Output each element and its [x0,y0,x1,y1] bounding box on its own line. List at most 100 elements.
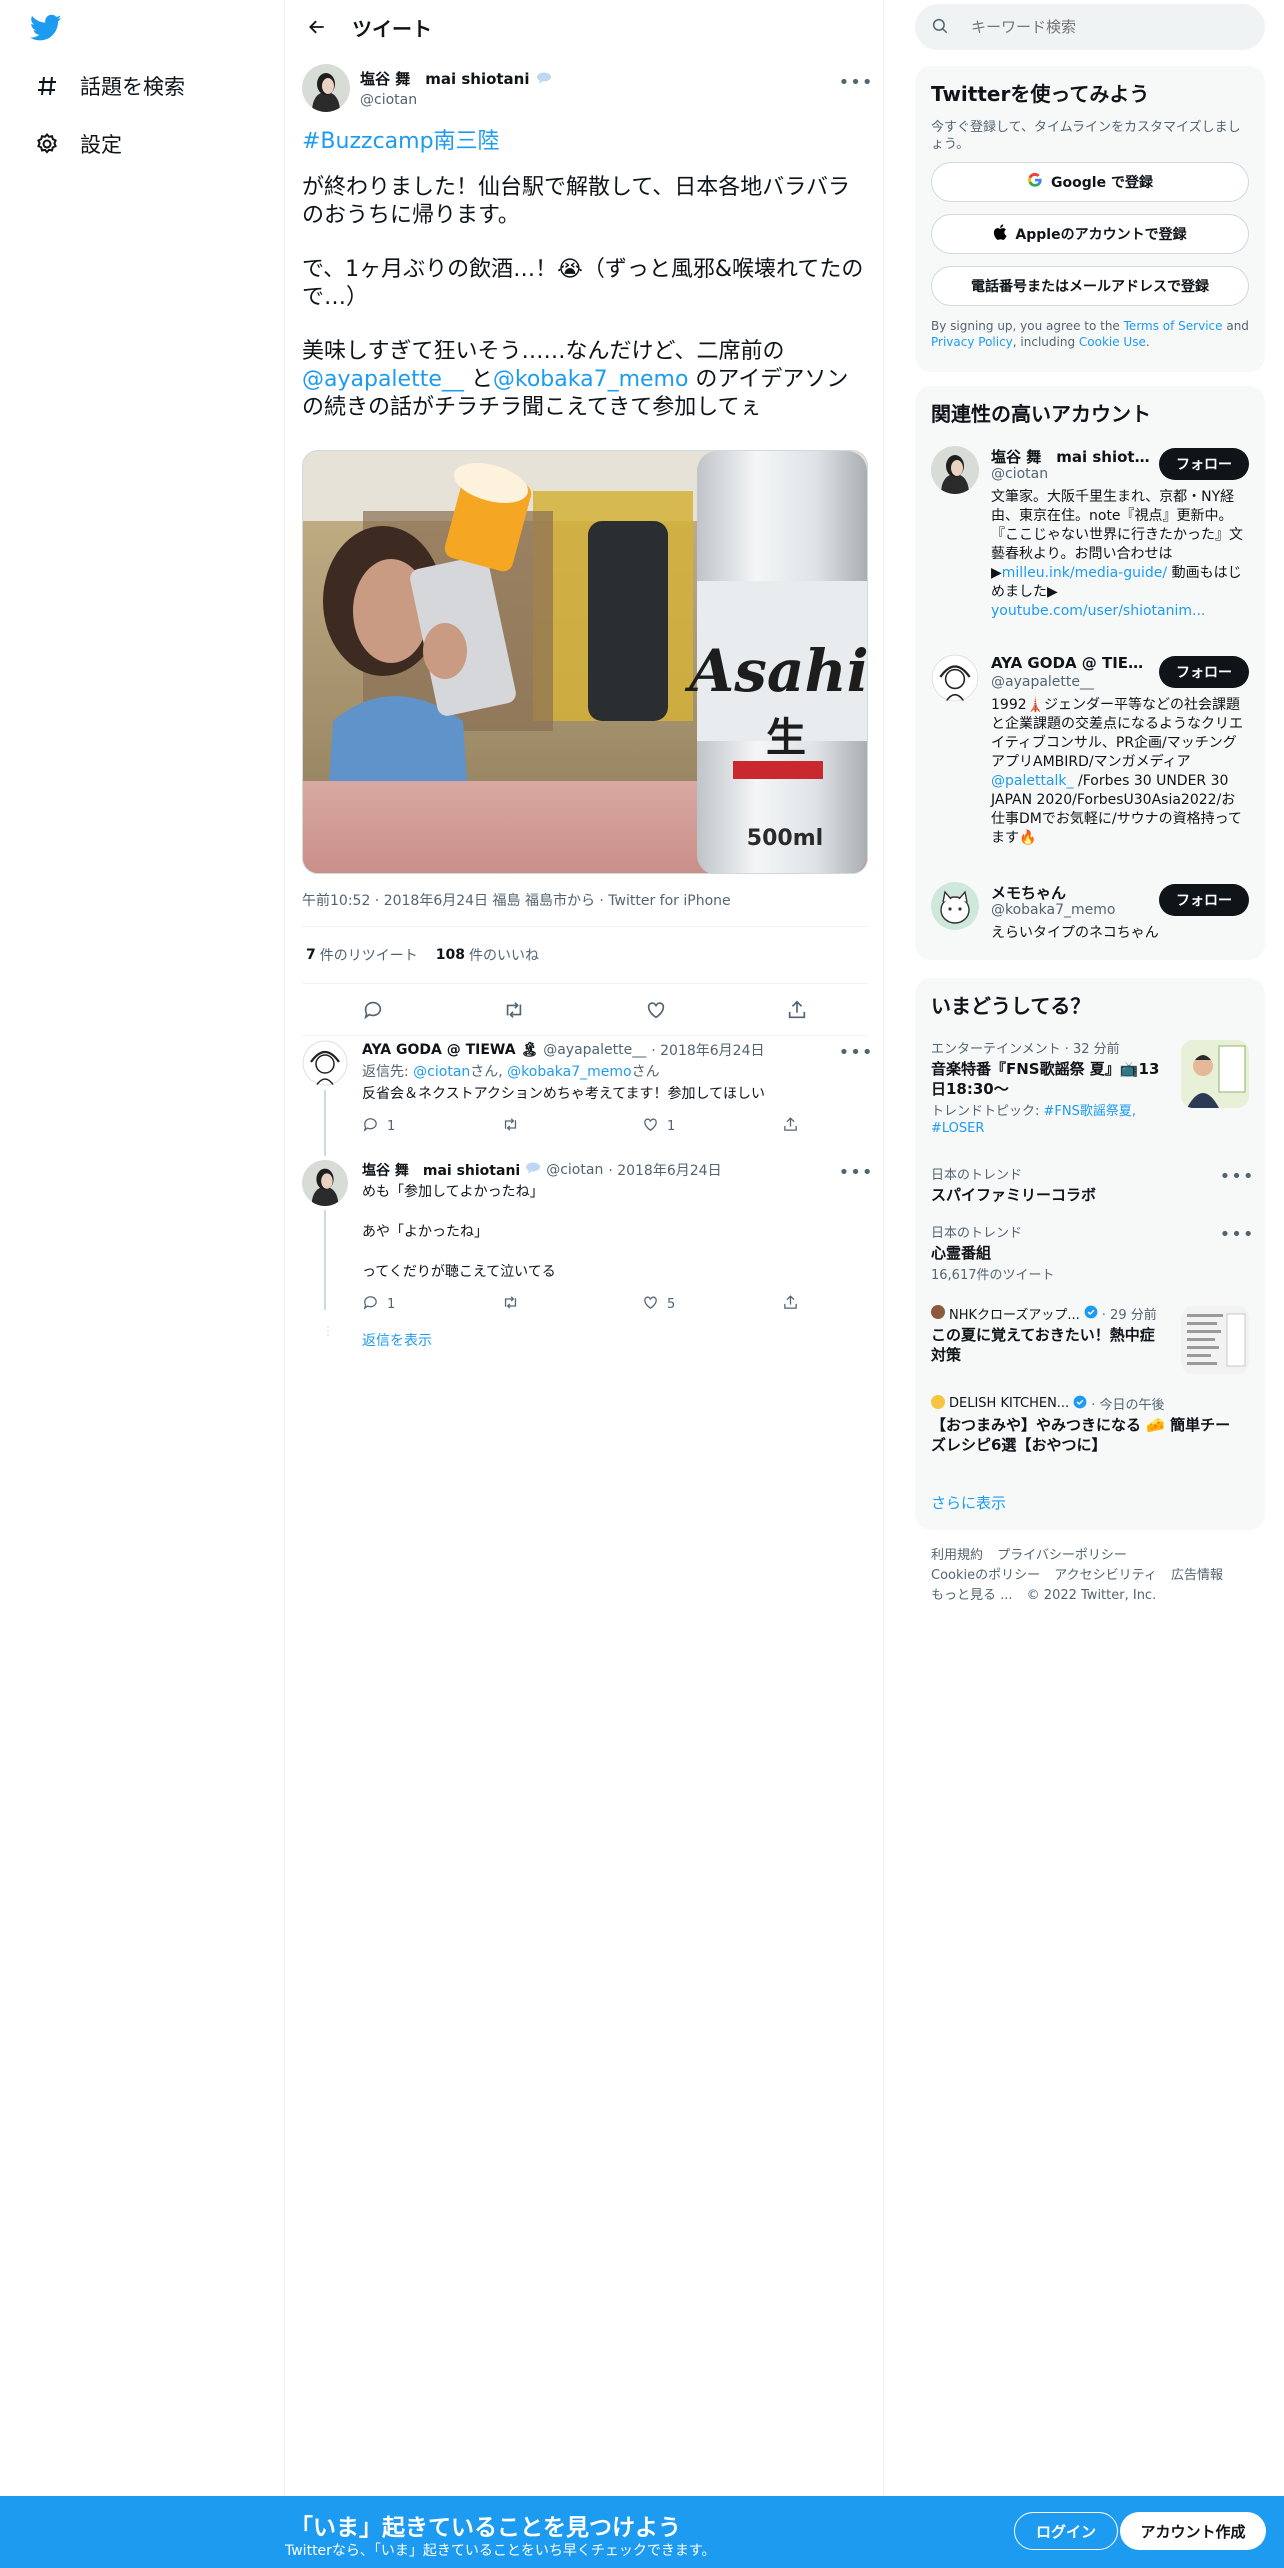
tweet-meta[interactable]: 午前10:52 · 2018年6月24日 福島 福島市から · Twitter … [302,890,731,910]
reply-author-name[interactable]: 塩谷 舞 mai shiotani [362,1160,520,1180]
mention-link[interactable]: @kobaka7_memo [493,367,689,392]
footer-link[interactable]: もっと見る ... [931,1586,1013,1606]
more-options-icon[interactable]: ••• [839,1040,873,1064]
likes-count[interactable]: 108 [436,947,465,963]
bio-link[interactable]: @palettalk_ [991,773,1074,789]
account-handle[interactable]: @kobaka7_memo [991,902,1115,918]
author-handle[interactable]: @ciotan [360,92,552,108]
can-brand-text: Asahi [684,637,868,705]
google-signup-button[interactable]: Google で登録 [931,162,1249,202]
login-button[interactable]: ログイン [1014,2512,1118,2550]
avatar[interactable] [931,882,979,930]
footer-link[interactable]: プライバシーポリシー [997,1546,1127,1566]
account-handle[interactable]: @ciotan [991,466,1048,482]
avatar[interactable] [931,654,979,702]
reply-author-handle[interactable]: @ayapalette__ [543,1042,646,1058]
avatar[interactable] [302,1160,348,1206]
follow-button[interactable]: フォロー [1159,448,1249,480]
avatar[interactable] [302,1040,348,1086]
share-button[interactable] [782,1114,802,1138]
reply-button[interactable]: 1 [362,1114,452,1138]
signup-card: Twitterを使ってみよう 今すぐ登録して、タイムラインをカスタマイズしましょ… [915,66,1265,372]
account-name[interactable]: AYA GODA @ TIEW... [991,654,1151,672]
retweets-label[interactable]: 件のリツイート [320,945,418,965]
search-bar[interactable] [915,4,1265,50]
more-options-icon[interactable]: ••• [839,70,873,94]
trend-meta: 日本のトレンド [931,1168,1023,1183]
reply-date[interactable]: · 2018年6月24日 [651,1040,764,1060]
news-source: DELISH KITCHEN... · 今日の午後 [931,1394,1249,1413]
follow-button[interactable]: フォロー [1159,656,1249,688]
footer-link[interactable]: アクセシビリティ [1054,1566,1157,1586]
trend-item[interactable]: 日本のトレンド スパイファミリーコラボ ••• [931,1164,1254,1214]
back-arrow-icon[interactable] [300,10,334,44]
apple-signup-button[interactable]: Appleのアカウントで登録 [931,214,1249,254]
likes-label[interactable]: 件のいいね [469,945,539,965]
show-replies-link[interactable]: 返信を表示 [362,1330,432,1350]
retweet-button[interactable] [502,1292,592,1316]
reply-tweet[interactable]: 塩谷 舞 mai shiotani @ciotan · 2018年6月24日 •… [286,1150,884,1356]
signup-button[interactable]: アカウント作成 [1120,2512,1266,2550]
retweet-button[interactable] [502,1114,592,1138]
banner-subtitle: Twitterなら、「いま」起きていることをいち早くチェックできます。 [285,2543,716,2559]
author-name[interactable]: 塩谷 舞 mai shiotani [360,68,530,89]
source-avatar-icon [931,1394,945,1413]
retweets-count[interactable]: 7 [306,947,316,963]
mention-link[interactable]: @ayapalette__ [302,367,464,392]
bio-link[interactable]: youtube.com/user/shiotanim... [991,603,1205,619]
footer-link[interactable]: Cookieのポリシー [931,1566,1040,1586]
privacy-link[interactable]: Privacy Policy [931,335,1013,349]
reply-button[interactable]: 1 [362,1292,452,1316]
nav-settings[interactable]: 設定 [32,122,122,166]
account-handle[interactable]: @ayapalette__ [991,674,1094,690]
more-options-icon[interactable]: ••• [1220,1164,1254,1188]
retweet-icon[interactable] [497,993,531,1027]
bio-link[interactable]: milleu.ink/media-guide/ [1002,565,1167,581]
reply-icon[interactable] [356,993,390,1027]
nav-explore[interactable]: 話題を検索 [32,64,185,108]
mention-link[interactable]: @kobaka7_memo [507,1064,631,1080]
twitter-bird-icon[interactable] [29,14,64,44]
search-input[interactable] [971,18,1231,36]
cookie-link[interactable]: Cookie Use [1079,335,1146,349]
source-avatar-icon [931,1304,945,1323]
account-item[interactable]: AYA GODA @ TIEW... @ayapalette__ フォロー 19… [931,654,1249,846]
phone-email-signup-button[interactable]: 電話番号またはメールアドレスで登録 [931,266,1249,306]
speech-bubble-icon [536,70,552,88]
trend-tweet-count: 16,617件のツイート [931,1268,1055,1283]
news-time: · 今日の午後 [1091,1398,1165,1413]
account-name[interactable]: メモちゃん [991,882,1151,903]
account-name[interactable]: 塩谷 舞 mai shiotan... [991,446,1151,467]
google-signup-label: Google で登録 [1051,175,1153,191]
trend-item[interactable]: エンターテインメント · 32 分前 音楽特番『FNS歌謡祭 夏』📺13日18:… [931,1038,1249,1148]
more-options-icon[interactable]: ••• [1220,1222,1254,1246]
reply-author-name[interactable]: AYA GODA @ TIEWA 🏝 [362,1042,538,1058]
reply-tweet[interactable]: AYA GODA @ TIEWA 🏝 @ayapalette__ · 2018年… [286,1030,884,1156]
hashtag-link[interactable]: #Buzzcamp南三陸 [302,129,500,154]
reply-date[interactable]: · 2018年6月24日 [608,1160,721,1180]
tweet-photo[interactable]: Asahi 生 500ml [302,450,868,874]
reply-text-line: あや「よかったね」 [362,1224,488,1240]
terms-link[interactable]: Terms of Service [1124,319,1223,333]
account-item[interactable]: メモちゃん @kobaka7_memo フォロー えらいタイプのネコちゃん [931,882,1249,952]
like-button[interactable]: 1 [642,1114,732,1138]
news-item[interactable]: DELISH KITCHEN... · 今日の午後 【おつまみや】やみつきになる… [931,1394,1249,1464]
like-button[interactable]: 5 [642,1292,732,1316]
share-button[interactable] [782,1292,802,1316]
trend-name: 心霊番組 [931,1244,992,1262]
follow-button[interactable]: フォロー [1159,884,1249,916]
avatar[interactable] [302,64,350,112]
footer-link[interactable]: 利用規約 [931,1546,983,1566]
trend-item[interactable]: 日本のトレンド 心霊番組 16,617件のツイート ••• [931,1222,1254,1292]
tweet-actions [302,984,868,1036]
more-options-icon[interactable]: ••• [839,1160,873,1184]
news-item[interactable]: NHKクローズアップ... · 29 分前 この夏に覚えておきたい！熱中症対策 [931,1304,1249,1374]
reply-author-handle[interactable]: @ciotan [546,1162,603,1178]
mention-link[interactable]: @ciotan [413,1064,470,1080]
like-icon[interactable] [639,993,673,1027]
share-icon[interactable] [780,993,814,1027]
avatar[interactable] [931,446,979,494]
account-item[interactable]: 塩谷 舞 mai shiotan... @ciotan フォロー 文筆家。大阪千… [931,446,1249,636]
footer-link[interactable]: 広告情報 [1171,1566,1223,1586]
show-more-link[interactable]: さらに表示 [931,1492,1006,1513]
